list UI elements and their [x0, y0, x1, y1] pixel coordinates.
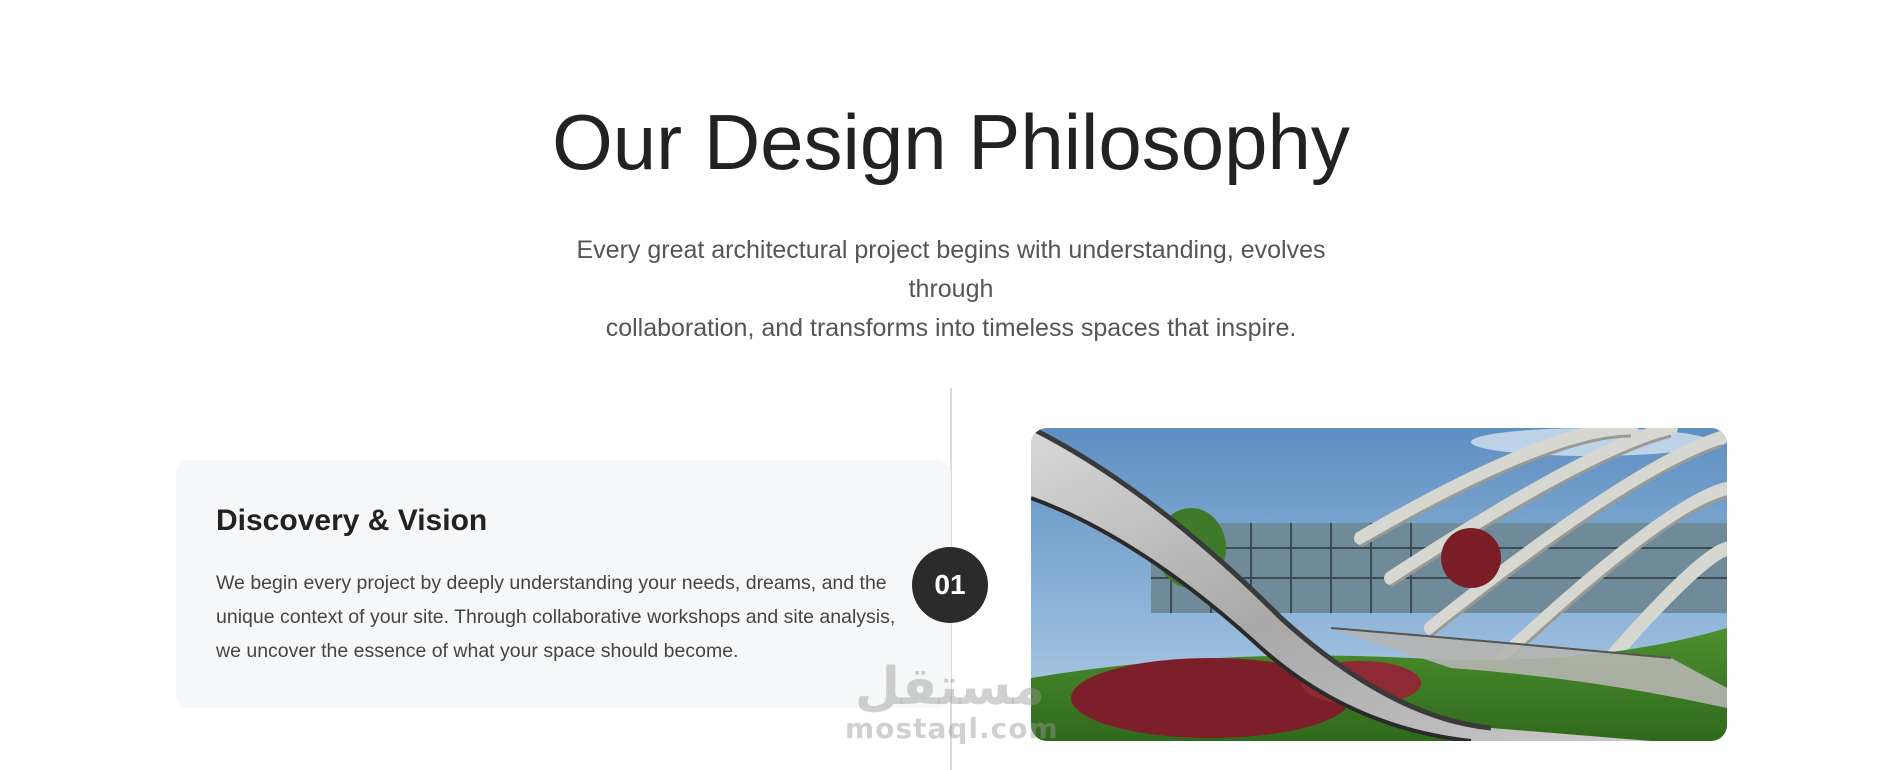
- step-image: [1031, 428, 1727, 741]
- section-subtitle: Every great architectural project begins…: [551, 231, 1351, 348]
- step-number-badge: 01: [912, 547, 988, 623]
- watermark-latin: mostaql.com: [845, 712, 1059, 745]
- step-description: We begin every project by deeply underst…: [216, 572, 896, 662]
- subtitle-line-1: Every great architectural project begins…: [576, 236, 1326, 303]
- step-card: Discovery & Vision We begin every projec…: [176, 460, 951, 708]
- watermark: مستقل mostaql.com: [845, 657, 1059, 745]
- section-title: Our Design Philosophy: [552, 98, 1350, 186]
- design-philosophy-section: Our Design Philosophy Every great archit…: [0, 0, 1902, 770]
- step-title: Discovery & Vision: [216, 504, 488, 537]
- subtitle-line-2: collaboration, and transforms into timel…: [605, 314, 1297, 342]
- watermark-arabic: مستقل: [854, 657, 1046, 717]
